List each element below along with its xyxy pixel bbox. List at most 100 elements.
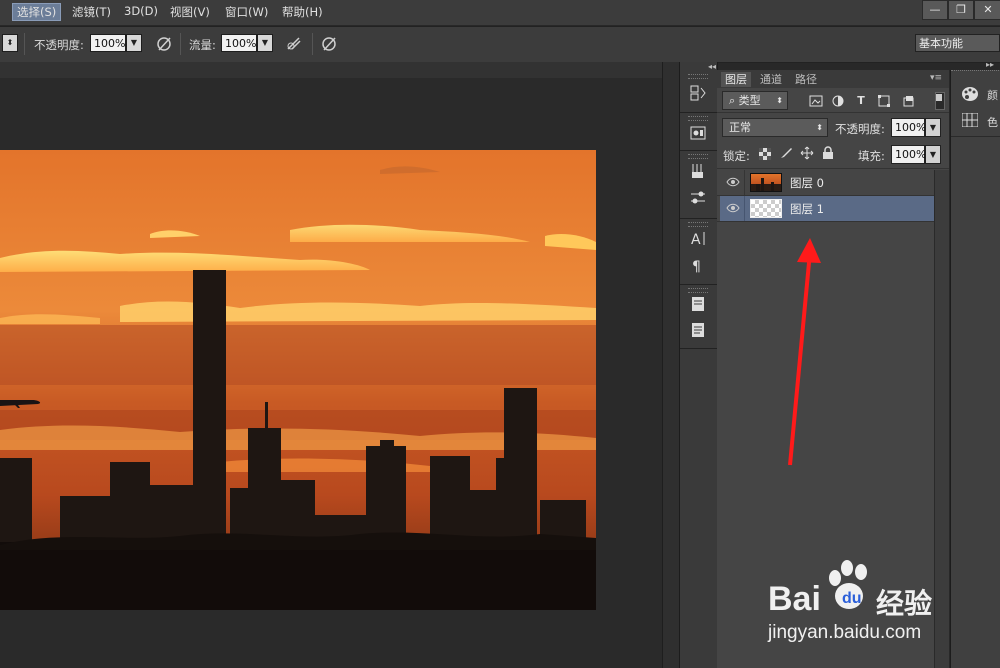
filter-shape-icon[interactable] (877, 94, 891, 108)
layer-filter-value: 类型 (738, 94, 761, 107)
canvas-image[interactable] (0, 150, 596, 610)
panel-grip[interactable] (688, 154, 708, 159)
panel-divider (680, 112, 717, 113)
opacity-label: 不透明度: (34, 38, 84, 52)
pressure-opacity-icon[interactable] (155, 35, 173, 53)
options-divider (312, 33, 313, 55)
pressure-size-icon[interactable] (320, 35, 338, 53)
layer-0-name: 图层 0 (790, 176, 824, 190)
close-button[interactable]: ✕ (974, 0, 1000, 20)
lock-position-move-icon[interactable] (800, 146, 814, 163)
brush-presets-icon[interactable] (688, 189, 708, 209)
airbrush-icon[interactable] (285, 35, 303, 53)
panel-grip[interactable] (688, 74, 708, 79)
filter-pixel-icon[interactable] (809, 94, 823, 108)
fill-label: 填充: (858, 149, 885, 163)
layer-opacity-input[interactable]: 100% (891, 118, 926, 137)
watermark-brand-cn: 经验 (876, 587, 933, 620)
layer-row-layer-0[interactable]: 图层 0 (720, 170, 934, 195)
menu-3d[interactable]: 3D(D) (124, 4, 158, 18)
layer-opacity-label: 不透明度: (835, 122, 885, 136)
dropdown-arrow-icon: ⬍ (816, 123, 823, 132)
info-icon[interactable] (688, 321, 708, 341)
visibility-eye-icon[interactable] (726, 176, 740, 188)
paragraph-icon[interactable]: ¶ (688, 256, 708, 276)
panel-grip[interactable] (688, 288, 708, 293)
notes-icon[interactable] (688, 295, 708, 315)
lock-transparent-icon[interactable] (759, 148, 771, 163)
row-divider (744, 170, 745, 195)
canvas-vertical-scrollbar[interactable] (662, 62, 679, 668)
blend-mode-dropdown[interactable]: 正常 ⬍ (722, 118, 828, 137)
flow-label: 流量: (189, 38, 216, 52)
watermark-url: jingyan.baidu.com (768, 622, 922, 643)
color-palette-icon[interactable] (961, 86, 979, 105)
fill-dropdown[interactable]: ▼ (925, 145, 941, 164)
layer-row-layer-1[interactable]: 图层 1 (720, 196, 934, 221)
fill-input[interactable]: 100% (891, 145, 926, 164)
collapsed-panel-column: ◂◂ A ¶ (679, 62, 718, 668)
watermark-brand-latin: Bai (768, 580, 821, 618)
panel-tab-bar (717, 70, 949, 88)
character-icon[interactable]: A (688, 229, 708, 249)
workspace-switcher[interactable]: 基本功能 (915, 34, 1000, 52)
expand-arrows-icon[interactable]: ▸▸ (986, 60, 994, 69)
tab-paths[interactable]: 路径 (791, 72, 821, 87)
panel-divider (680, 348, 717, 349)
menu-window[interactable]: 窗口(W) (225, 4, 268, 20)
svg-text:¶: ¶ (692, 259, 701, 274)
panel-grip[interactable] (688, 116, 708, 121)
tab-channels[interactable]: 通道 (756, 72, 786, 87)
layer-1-transparent-thumbnail (750, 199, 782, 218)
tab-layers[interactable]: 图层 (721, 72, 751, 87)
flow-dropdown[interactable]: ▼ (257, 34, 273, 52)
color-panel-label[interactable]: 颜 (987, 87, 998, 103)
flow-input[interactable]: 100% (221, 34, 257, 52)
row-divider (744, 196, 745, 221)
row-divider (717, 221, 935, 222)
panel-divider (717, 168, 949, 169)
restore-button[interactable]: ❐ (948, 0, 974, 20)
minimize-button[interactable]: — (922, 0, 948, 20)
search-icon: ⌕ (729, 94, 739, 107)
layer-opacity-dropdown[interactable]: ▼ (925, 118, 941, 137)
menu-filter[interactable]: 滤镜(T) (72, 4, 111, 20)
filter-toggle-switch[interactable] (935, 92, 945, 110)
filter-type-icon[interactable]: T (854, 94, 868, 108)
brush-panel-icon[interactable] (688, 162, 708, 182)
menu-help[interactable]: 帮助(H) (282, 4, 323, 20)
lock-label: 锁定: (723, 149, 750, 163)
svg-text:A: A (691, 232, 701, 247)
visibility-eye-icon[interactable] (726, 202, 740, 214)
collapse-arrows-icon[interactable]: ◂◂ (708, 62, 716, 71)
swatches-grid-icon[interactable] (961, 112, 979, 130)
layer-0-thumbnail (750, 173, 782, 192)
baidu-jingyan-watermark: Bai du 经验 jingyan.baidu.com (760, 558, 990, 658)
filter-smart-object-icon[interactable] (901, 94, 915, 108)
properties-icon[interactable] (688, 124, 708, 144)
panel-divider (680, 150, 717, 151)
opacity-input[interactable]: 100% (90, 34, 126, 52)
menu-view[interactable]: 视图(V) (170, 4, 210, 20)
history-icon[interactable] (688, 84, 708, 104)
lock-pixels-brush-icon[interactable] (779, 146, 793, 163)
layer-filter-dropdown[interactable]: ⌕ 类型 ⬍ (722, 91, 788, 110)
filter-adjustment-icon[interactable] (831, 94, 845, 108)
options-divider (24, 33, 25, 55)
menu-select[interactable]: 选择(S) (12, 3, 62, 21)
layer-1-name: 图层 1 (790, 202, 824, 216)
swatches-panel-label[interactable]: 色 (987, 114, 998, 130)
brush-preset-dropdown[interactable]: ⬍ (2, 34, 18, 52)
opacity-dropdown[interactable]: ▼ (126, 34, 142, 52)
blend-mode-value: 正常 (729, 121, 751, 134)
panel-divider (951, 136, 1000, 137)
panel-grip[interactable] (688, 222, 708, 227)
lock-all-icon[interactable] (822, 146, 834, 163)
options-divider (180, 33, 181, 55)
options-bar: ⬍ 不透明度: 100% ▼ 流量: 100% ▼ 基本功能 (0, 26, 1000, 63)
annotation-arrow (788, 238, 821, 466)
paw-logo-icon: du (826, 558, 872, 617)
document-tab-strip (0, 62, 662, 78)
panel-grip[interactable] (951, 70, 1000, 73)
panel-menu-icon[interactable]: ▾≡ (930, 73, 942, 83)
